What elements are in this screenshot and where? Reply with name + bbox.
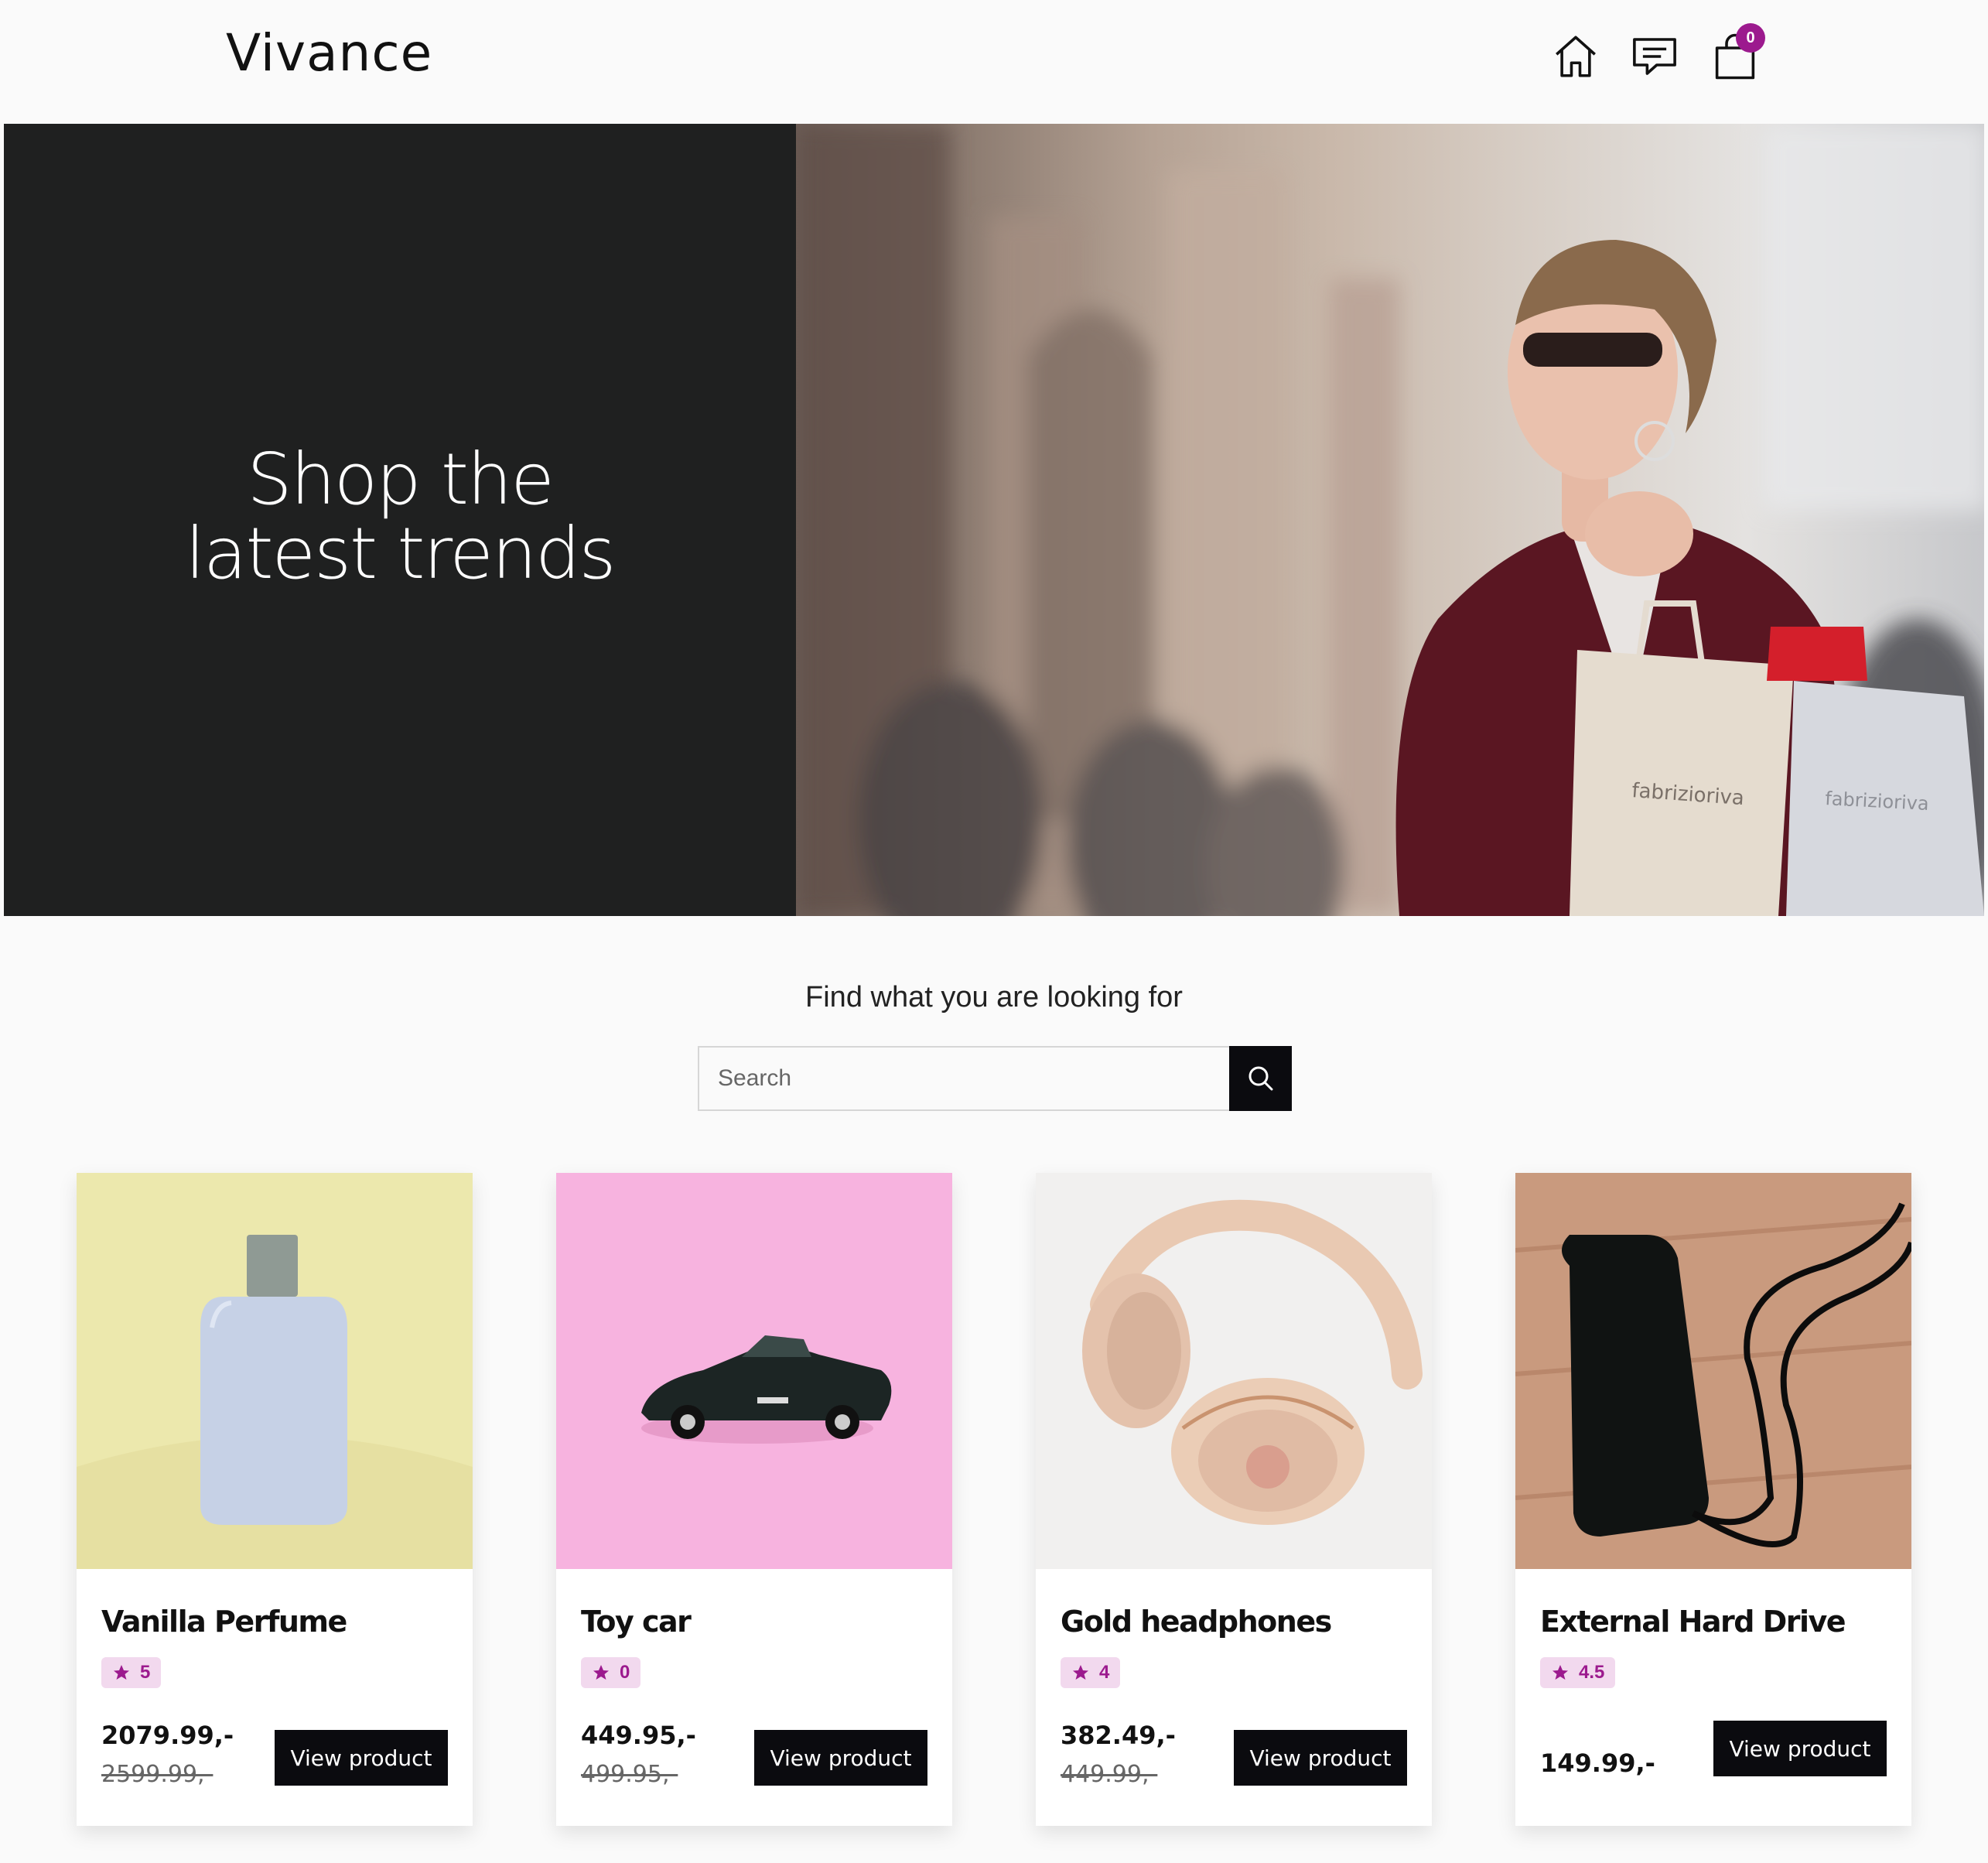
product-price: 149.99,- [1540,1748,1655,1778]
product-old-price: 2599.99,- [101,1761,213,1788]
product-image-headphones[interactable] [1036,1173,1432,1569]
view-product-button[interactable]: View product [1234,1730,1407,1786]
search-icon [1248,1066,1272,1091]
product-name: Vanilla Perfume [101,1605,347,1639]
product-price: 449.95,- [581,1721,696,1750]
product-old-price: 499.95,- [581,1761,678,1788]
rating-badge: 5 [101,1657,162,1688]
product-name: Toy car [581,1605,692,1639]
rating-badge: 4 [1061,1657,1121,1688]
hero-title-line-2: latest trends [185,512,617,595]
rating-value: 5 [140,1662,151,1683]
product-card[interactable]: External Hard Drive 4.5 149.99,- View pr… [1515,1173,1911,1826]
brand-logo[interactable]: Vivance [226,23,432,83]
star-icon [1073,1665,1088,1680]
hero-image: fabrizioriva fabrizioriva [796,124,1984,916]
star-icon [593,1665,609,1680]
product-card[interactable]: Toy car 0 449.95,- 499.95,- View product [556,1173,952,1826]
product-image-hard-drive[interactable] [1515,1173,1911,1569]
product-image-toy-car[interactable] [556,1173,952,1569]
hero-banner: Shop the latest trends fabrizioriva fabr… [4,124,1984,916]
product-card[interactable]: Gold headphones 4 382.49,- 449.99,- View… [1036,1173,1432,1826]
home-icon[interactable] [1550,29,1601,84]
product-price: 382.49,- [1061,1721,1176,1750]
rating-badge: 4.5 [1540,1657,1616,1688]
top-navbar: Vivance 0 [0,0,1988,124]
cart-count-badge: 0 [1736,23,1765,53]
search-button[interactable] [1229,1046,1292,1111]
view-product-button[interactable]: View product [275,1730,448,1786]
search-input[interactable] [698,1046,1230,1111]
product-price: 2079.99,- [101,1721,234,1750]
rating-value: 4.5 [1579,1662,1605,1683]
chat-icon[interactable] [1629,29,1680,84]
product-image-perfume[interactable] [77,1173,473,1569]
star-icon [114,1665,129,1680]
rating-badge: 0 [581,1657,641,1688]
hero-text-panel: Shop the latest trends [4,124,796,916]
product-name: Gold headphones [1061,1605,1332,1639]
product-name: External Hard Drive [1540,1605,1846,1639]
rating-value: 0 [620,1662,630,1683]
hero-title: Shop the latest trends [4,443,796,591]
product-old-price: 449.99,- [1061,1761,1158,1788]
view-product-button[interactable]: View product [1713,1721,1887,1776]
view-product-button[interactable]: View product [754,1730,927,1786]
star-icon [1552,1665,1568,1680]
rating-value: 4 [1099,1662,1110,1683]
product-card[interactable]: Vanilla Perfume 5 2079.99,- 2599.99,- Vi… [77,1173,473,1826]
search-heading: Find what you are looking for [805,981,1183,1014]
hero-title-line-1: Shop the [247,438,555,521]
